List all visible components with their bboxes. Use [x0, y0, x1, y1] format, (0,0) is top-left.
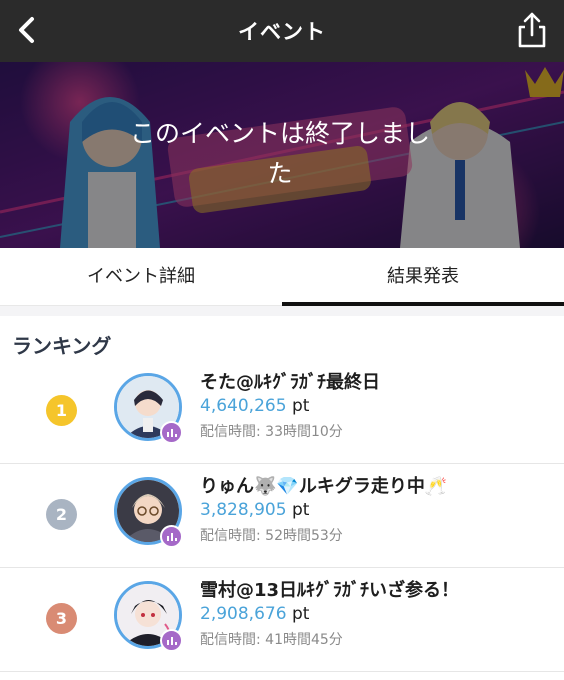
page-title: イベント: [238, 20, 326, 44]
tab-event-details[interactable]: イベント詳細: [0, 248, 282, 306]
live-badge-icon: [160, 421, 183, 444]
stream-duration: 配信時間: 41時間45分: [200, 629, 343, 649]
duration-label: 配信時間:: [200, 424, 261, 440]
streamer-name: そた@ﾙｷｸﾞﾗｶﾞﾁ最終日: [200, 372, 380, 393]
points-value: 4,640,265: [200, 396, 287, 416]
ranking-title: ランキング: [12, 334, 112, 358]
duration-label: 配信時間:: [200, 632, 261, 648]
rank-badge: 2: [46, 499, 77, 530]
duration-label: 配信時間:: [200, 528, 261, 544]
streamer-name: 雪村@13日ﾙｷｸﾞﾗｶﾞﾁいざ参る！: [200, 580, 460, 601]
points-value: 2,908,676: [200, 604, 287, 624]
section-divider: [0, 306, 564, 316]
duration-value: 33時間10分: [265, 424, 343, 440]
ranking-row[interactable]: 2 りゅん🐺💎ルキグラ走り中🥂 3,828,905 pt 配信時間: 52時間5…: [0, 464, 564, 568]
event-ended-message: このイベントは終了しました: [130, 119, 431, 188]
stream-duration: 配信時間: 52時間53分: [200, 525, 343, 545]
ranking-row[interactable]: 1 そた@ﾙｷｸﾞﾗｶﾞﾁ最終日 4,640,265 pt 配信時間: 33時間…: [0, 360, 564, 464]
streamer-name: りゅん🐺💎ルキグラ走り中🥂: [200, 476, 448, 497]
duration-value: 41時間45分: [265, 632, 343, 648]
points: 4,640,265 pt: [200, 396, 309, 416]
points-unit: pt: [291, 396, 310, 416]
points: 3,828,905 pt: [200, 500, 309, 520]
stream-duration: 配信時間: 33時間10分: [200, 421, 343, 441]
top-nav-bar: イベント: [0, 0, 564, 62]
points-unit: pt: [291, 500, 310, 520]
points: 2,908,676 pt: [200, 604, 309, 624]
rank-badge: 1: [46, 395, 77, 426]
live-badge-icon: [160, 629, 183, 652]
live-badge-icon: [160, 525, 183, 548]
tab-bar: イベント詳細 結果発表: [0, 248, 564, 306]
event-banner: このイベントは終了しました: [0, 62, 564, 248]
ranking-row[interactable]: 3 雪村@13日ﾙｷｸﾞﾗｶﾞﾁいざ参る！ 2,908,676 pt 配信時間:…: [0, 568, 564, 672]
duration-value: 52時間53分: [265, 528, 343, 544]
points-unit: pt: [291, 604, 310, 624]
rank-badge: 3: [46, 603, 77, 634]
share-icon: [518, 12, 546, 48]
share-button[interactable]: [514, 10, 550, 50]
points-value: 3,828,905: [200, 500, 287, 520]
tab-results[interactable]: 結果発表: [282, 248, 564, 306]
